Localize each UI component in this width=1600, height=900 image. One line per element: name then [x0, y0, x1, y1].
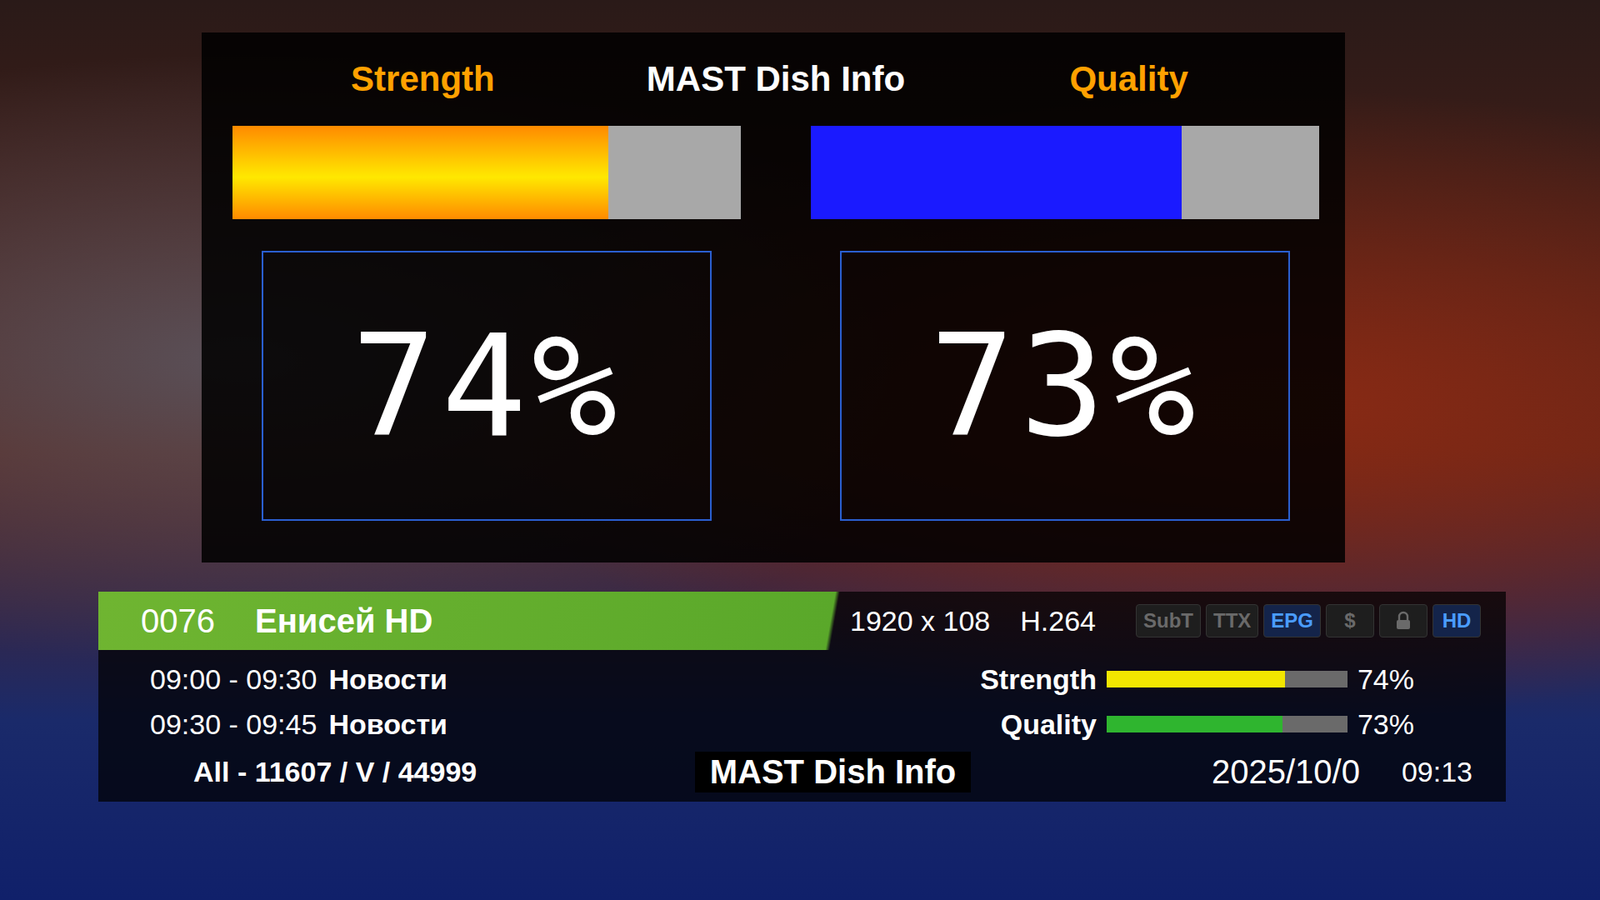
event-row: 09:00 - 09:30 Новости — [150, 660, 448, 699]
date: 2025/10/0 — [1211, 753, 1360, 791]
meter-reading: 73% — [1357, 708, 1415, 741]
meter-track — [1106, 715, 1348, 733]
event-list: 09:00 - 09:30 Новости 09:30 - 09:45 Новости — [150, 660, 448, 744]
reading-box: 73% — [840, 250, 1290, 521]
dish-meter: 74% — [232, 125, 741, 521]
meter-fill — [1106, 670, 1285, 688]
signal-meters: Strength 74% Quality 73% — [980, 660, 1415, 744]
footer-title: MAST Dish Info — [695, 751, 972, 793]
badge: $ — [1325, 604, 1375, 638]
badge — [1379, 604, 1428, 638]
dish-info-panel: StrengthMAST Dish InfoQuality 74% 73% — [201, 32, 1345, 563]
dish-title: MAST Dish Info — [613, 59, 939, 100]
reading-box: 74% — [261, 250, 712, 521]
lock-icon — [1395, 610, 1412, 631]
badges: SubTTTXEPG$ HD — [1135, 604, 1481, 638]
dish-header: StrengthMAST Dish InfoQuality — [232, 44, 1320, 115]
transponder: All - 11607 / V / 44999 — [193, 755, 695, 789]
meter-fill — [1106, 715, 1283, 733]
resolution: 1920 x 108 — [850, 605, 990, 638]
codec: H.264 — [1020, 605, 1096, 638]
meter-track — [232, 125, 741, 220]
meter-track — [1106, 670, 1348, 688]
tv-screen: StrengthMAST Dish InfoQuality74%73%0076Е… — [0, 0, 1600, 900]
meter-reading: 74% — [1357, 663, 1415, 696]
meter-fill — [810, 125, 1182, 220]
meter-label: Strength — [980, 660, 1097, 699]
badge: SubT — [1135, 604, 1201, 638]
event-row: 09:30 - 09:45 Новости — [150, 705, 448, 744]
meter-reading: 74% — [350, 303, 622, 469]
channel-info-bar: 0076 Енисей HD 1920 x 108 H.264 SubTTTXEPG$ H… — [98, 591, 1506, 802]
time: 09:13 — [1401, 755, 1473, 789]
meter-label: Quality — [980, 705, 1097, 744]
meter-reading: 73% — [929, 303, 1200, 469]
status-row: All - 11607 / V / 44999MAST Dish Info202… — [98, 746, 1506, 802]
channel-row: 0076 Енисей HD 1920 x 108 H.264 SubTTTXEPG$ H… — [98, 591, 1506, 650]
date-time: 2025/10/0 09:13 — [970, 753, 1473, 791]
dish-meter: 73% — [810, 125, 1320, 521]
channel-name: Енисей HD — [255, 602, 433, 640]
badge: HD — [1432, 604, 1481, 638]
quality-title: Quality — [938, 59, 1320, 100]
dish-meters: 74% 73% — [232, 125, 1320, 521]
meter-track — [810, 125, 1320, 220]
channel-number: 0076 — [140, 602, 215, 640]
event-title: Новости — [328, 663, 448, 696]
event-title: Новости — [328, 708, 448, 741]
badge: TTX — [1205, 604, 1259, 638]
strength-title: Strength — [232, 59, 614, 100]
event-time: 09:00 - 09:30 — [150, 663, 317, 696]
info-body: 09:00 - 09:30 Новости 09:30 - 09:45 Новости… — [98, 650, 1506, 747]
event-time: 09:30 - 09:45 — [150, 708, 317, 741]
badge: EPG — [1263, 604, 1321, 638]
meter-fill — [232, 125, 609, 220]
